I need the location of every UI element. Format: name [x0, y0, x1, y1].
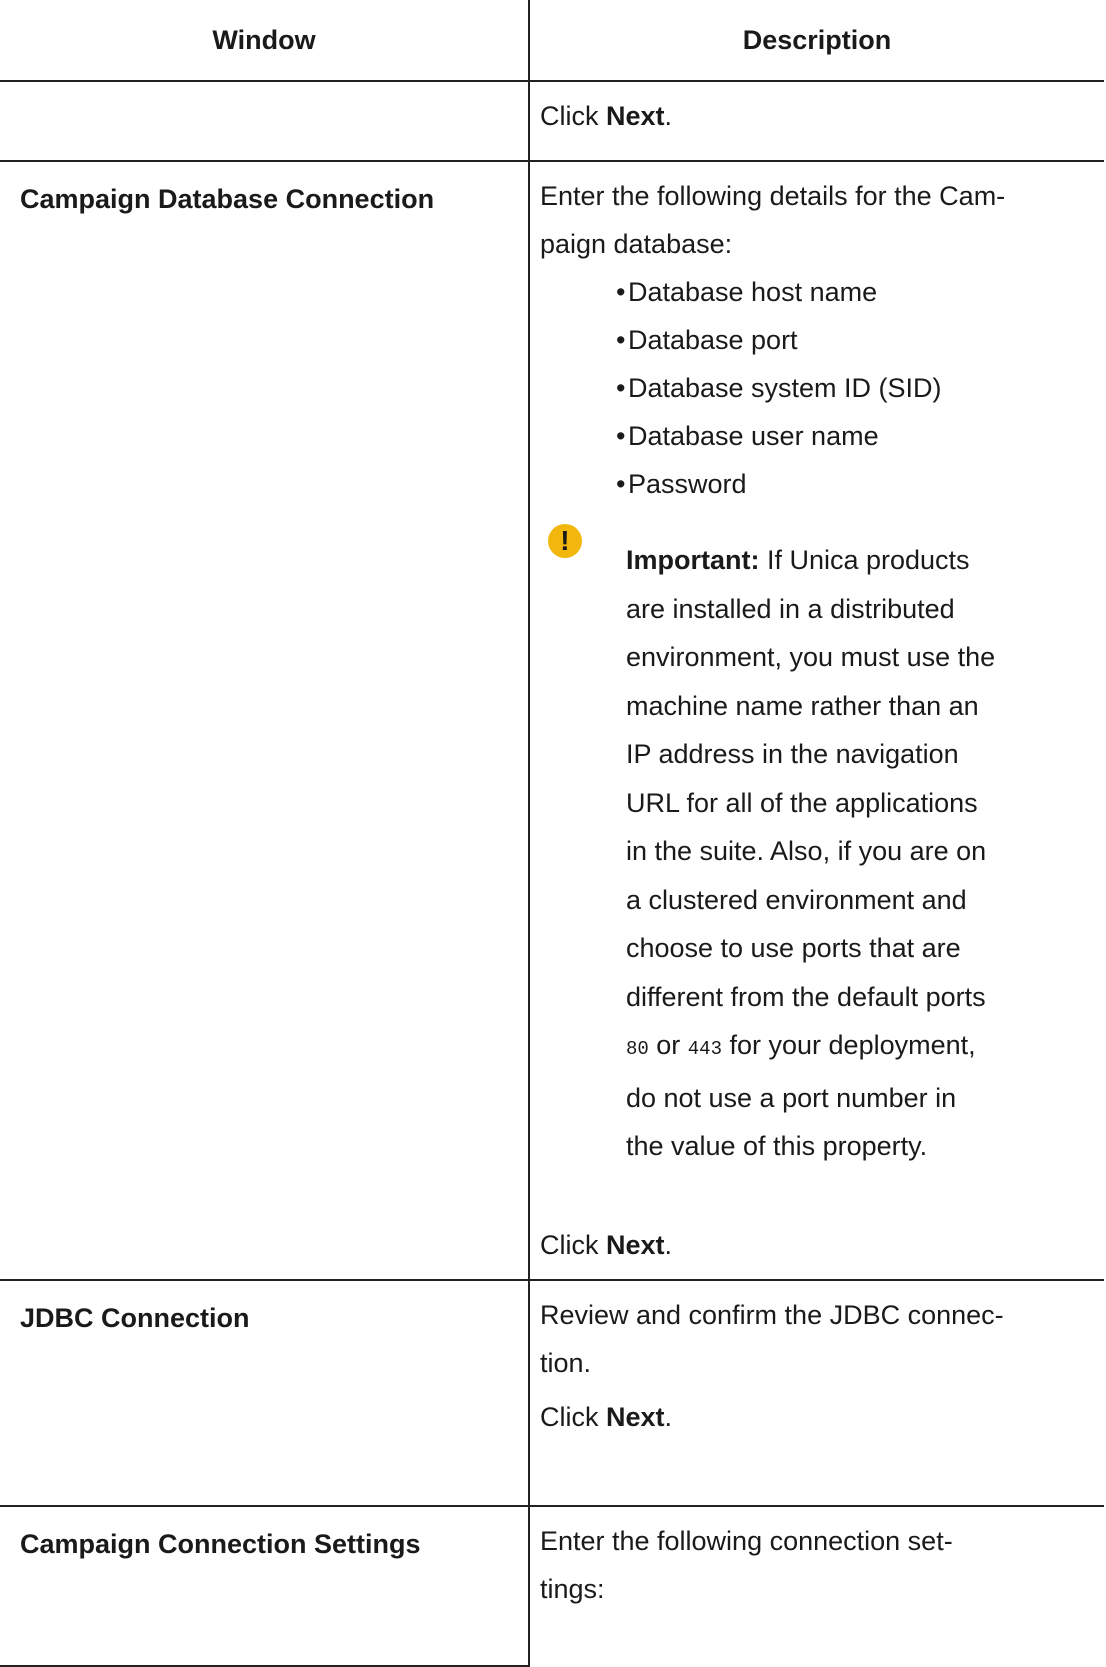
port-443: 443 — [687, 1038, 722, 1060]
table-header-row: Window Description — [0, 0, 1104, 82]
note-label: Important: — [625, 545, 760, 575]
description-cell: Enter the following details for the Cam-… — [527, 160, 1104, 1281]
table-row: Campaign Connection Settings Enter the f… — [0, 1504, 1104, 1667]
next-button-label: Next — [605, 1401, 665, 1432]
window-description-table: Window Description Click Next. Campaign … — [0, 0, 1104, 1667]
list-item: Database system ID (SID) — [616, 364, 1074, 412]
list-item: Database user name — [616, 412, 1074, 460]
port-80: 80 — [625, 1038, 649, 1060]
table-row: JDBC Connection Review and confirm the J… — [0, 1278, 1104, 1507]
important-note: ! Important: If Unica products are insta… — [540, 524, 1074, 1171]
review-text: Review and confirm the JDBC connec-tion. — [539, 1299, 1004, 1378]
click-next-instruction: Click Next. — [539, 1401, 672, 1432]
next-button-label: Next — [605, 101, 665, 131]
table-row: Campaign Database Connection Enter the f… — [0, 160, 1104, 1281]
list-item: Database host name — [616, 268, 1074, 316]
table-row: Click Next. — [0, 80, 1104, 162]
window-name: JDBC Connection — [0, 1278, 530, 1507]
description-cell: Click Next. — [527, 80, 1104, 162]
click-next-instruction: Click Next. — [539, 1229, 672, 1260]
list-item: Password — [616, 460, 1074, 508]
window-cell-empty — [0, 80, 530, 162]
intro-text: Enter the following details for the Cam-… — [539, 181, 1006, 259]
header-window: Window — [0, 0, 530, 82]
list-item: Database port — [616, 316, 1074, 364]
click-next-instruction: Click Next. — [539, 101, 672, 131]
description-cell: Review and confirm the JDBC connec-tion.… — [527, 1278, 1104, 1507]
window-name: Campaign Database Connection — [0, 160, 530, 1281]
header-description: Description — [527, 0, 1104, 82]
window-name: Campaign Connection Settings — [0, 1504, 530, 1667]
settings-text: Enter the following connection set-tings… — [539, 1525, 953, 1604]
details-list: Database host name Database port Databas… — [540, 268, 1074, 508]
next-button-label: Next — [605, 1229, 665, 1260]
description-cell: Enter the following connection set-tings… — [527, 1504, 1104, 1666]
exclamation-icon: ! — [547, 524, 582, 558]
